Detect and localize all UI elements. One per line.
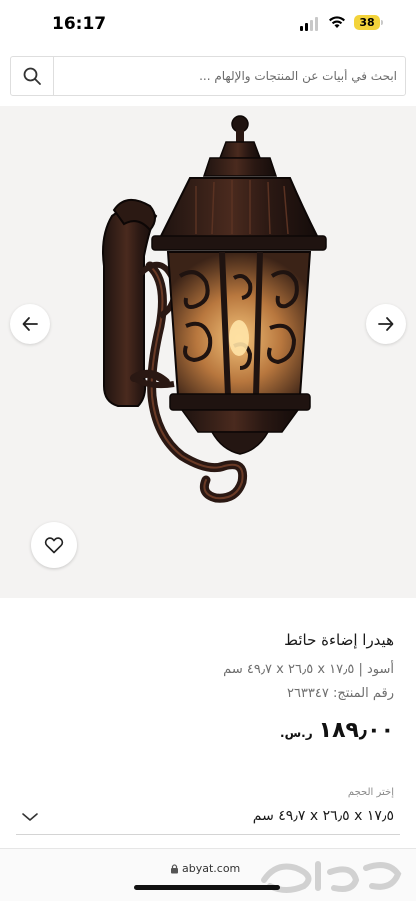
product-image-gallery [0,106,416,598]
arrow-right-icon [378,317,394,331]
home-indicator[interactable] [134,885,280,890]
favorite-button[interactable] [31,522,77,568]
search-bar [10,56,406,96]
url-display[interactable]: abyat.com [170,862,240,875]
url-text: abyat.com [182,862,241,875]
battery-tip [381,20,383,25]
size-dropdown[interactable]: ١٧٫٥ x ٢٦٫٥ x ٤٩٫٧ سم [16,802,400,835]
cellular-signal-icon [300,17,320,31]
wifi-icon [329,16,345,28]
arrow-left-icon [22,317,38,331]
product-description: أسود | ١٧٫٥ x ٢٦٫٥ x ٤٩٫٧ سم [223,662,394,677]
size-value: ١٧٫٥ x ٢٦٫٥ x ٤٩٫٧ سم [252,808,394,824]
status-bar: 16:17 38 [0,0,416,48]
search-input[interactable] [59,66,397,86]
next-image-button[interactable] [366,304,406,344]
heart-icon [44,537,64,554]
chevron-down-icon [22,813,38,821]
lock-icon [171,864,178,874]
search-icon [23,67,41,85]
price: ١٨٩٫٠٠ ر.س. [280,718,394,743]
size-label: إختر الحجم [347,787,394,798]
previous-image-button[interactable] [10,304,50,344]
price-currency: ر.س. [280,726,313,740]
product-title: هيدرا إضاءة حائط [284,631,394,649]
product-sku: رقم المنتج: ٢٦٣٣٤٧ [286,686,394,701]
status-time: 16:17 [52,14,107,34]
price-amount: ١٨٩٫٠٠ [318,718,394,743]
search-button[interactable] [11,57,54,95]
battery-icon: 38 [354,15,380,30]
